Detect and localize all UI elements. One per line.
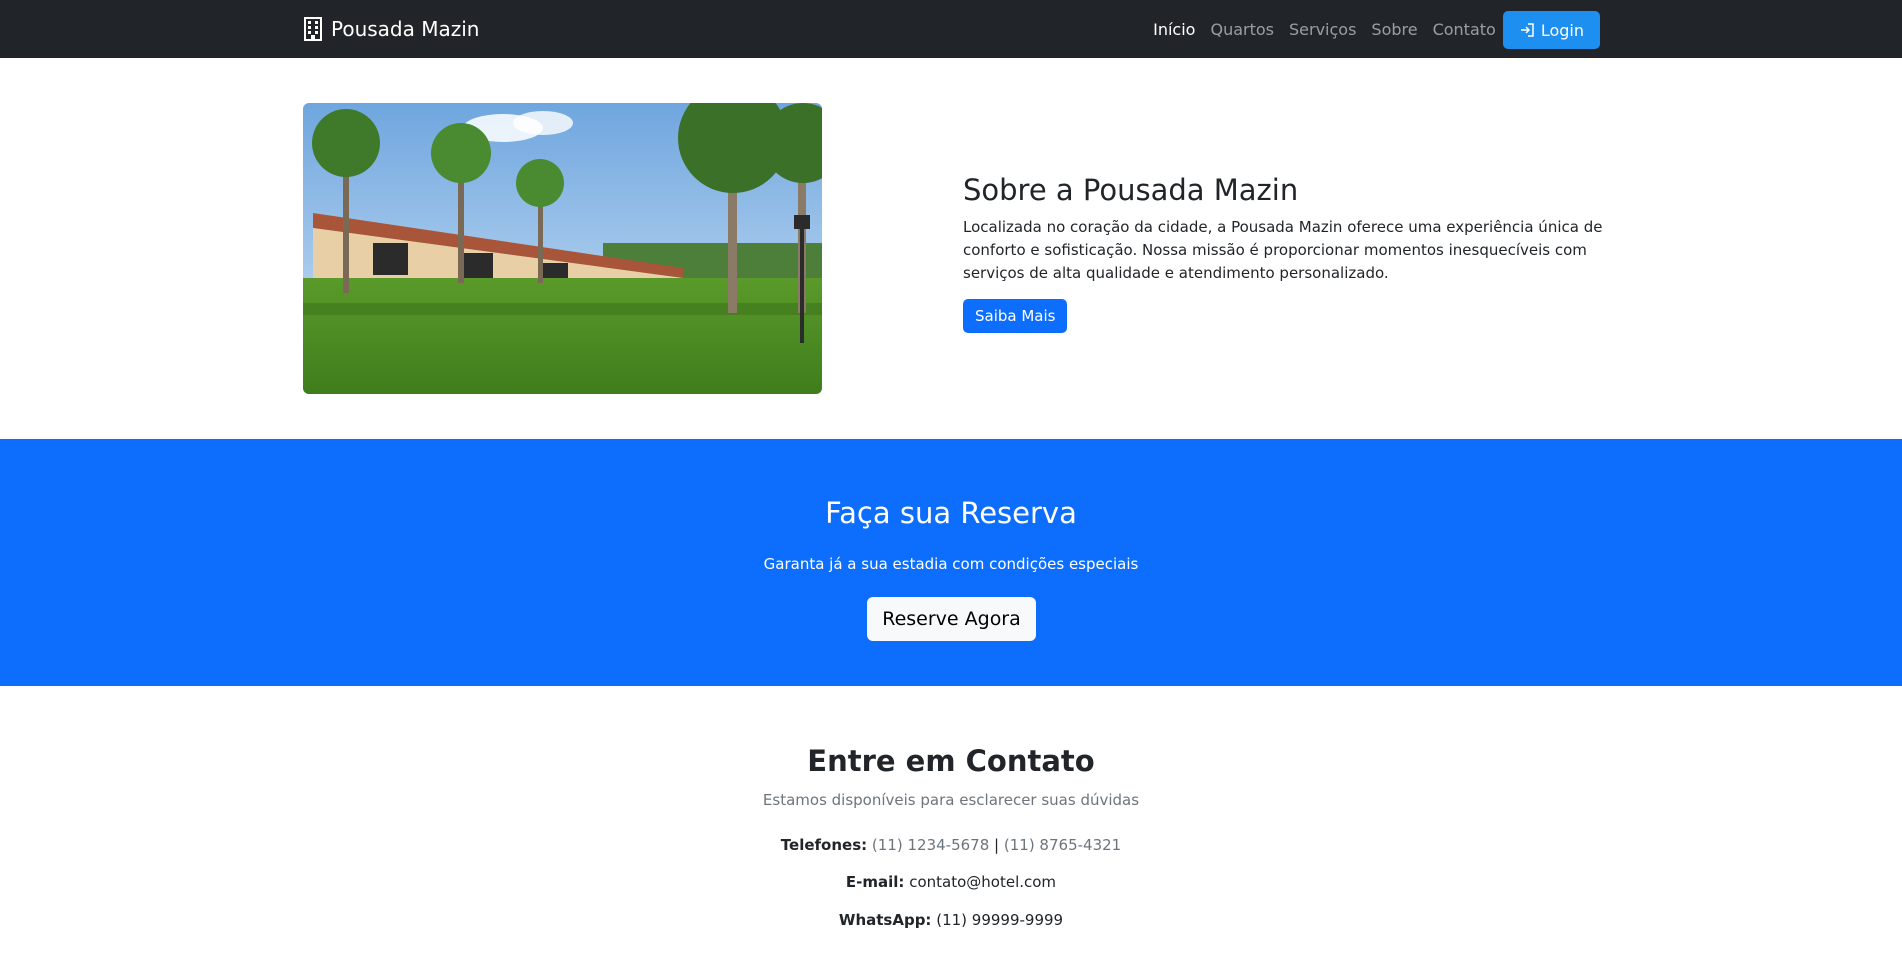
pousada-photo xyxy=(303,103,822,394)
contact-phones: Telefones: (11) 1234-5678 | (11) 8765-43… xyxy=(0,834,1902,856)
nav-link-quartos[interactable]: Quartos xyxy=(1210,12,1274,48)
top-navbar: Pousada Mazin Início Quartos Serviços So… xyxy=(0,0,1902,58)
building-icon xyxy=(303,17,323,41)
reservation-title: Faça sua Reserva xyxy=(825,496,1077,530)
reserve-now-button[interactable]: Reserve Agora xyxy=(867,597,1036,641)
login-label: Login xyxy=(1540,20,1584,40)
reservation-section: Faça sua Reserva Garanta já a sua estadi… xyxy=(0,439,1902,686)
login-icon xyxy=(1519,22,1535,38)
reservation-subtitle: Garanta já a sua estadia com condições e… xyxy=(763,555,1139,573)
email-value[interactable]: contato@hotel.com xyxy=(909,873,1056,891)
phone-separator: | xyxy=(994,836,1000,854)
contact-email: E-mail: contato@hotel.com xyxy=(0,871,1902,893)
nav-links: Início Quartos Serviços Sobre Contato Lo… xyxy=(1138,11,1600,49)
about-section: Sobre a Pousada Mazin Localizada no cora… xyxy=(963,170,1603,333)
nav-link-inicio[interactable]: Início xyxy=(1153,12,1195,48)
nav-link-servicos[interactable]: Serviços xyxy=(1289,12,1356,48)
about-description: Localizada no coração da cidade, a Pousa… xyxy=(963,218,1603,282)
phone-2[interactable]: (11) 8765-4321 xyxy=(1004,836,1121,854)
phone-1[interactable]: (11) 1234-5678 xyxy=(872,836,989,854)
whatsapp-value[interactable]: (11) 99999-9999 xyxy=(936,911,1063,929)
contact-whatsapp: WhatsApp: (11) 99999-9999 xyxy=(0,909,1902,931)
nav-link-sobre[interactable]: Sobre xyxy=(1371,12,1417,48)
contact-title: Entre em Contato xyxy=(807,744,1095,778)
phones-label: Telefones: xyxy=(780,836,868,854)
email-label: E-mail: xyxy=(845,873,905,891)
about-title: Sobre a Pousada Mazin xyxy=(963,173,1299,207)
contact-subtitle: Estamos disponíveis para esclarecer suas… xyxy=(762,791,1140,809)
brand-link[interactable]: Pousada Mazin xyxy=(303,17,480,41)
brand-name: Pousada Mazin xyxy=(331,17,480,41)
whatsapp-label: WhatsApp: xyxy=(838,911,932,929)
login-button[interactable]: Login xyxy=(1502,11,1600,49)
saiba-mais-button[interactable]: Saiba Mais xyxy=(963,299,1068,333)
nav-link-contato[interactable]: Contato xyxy=(1433,12,1496,48)
